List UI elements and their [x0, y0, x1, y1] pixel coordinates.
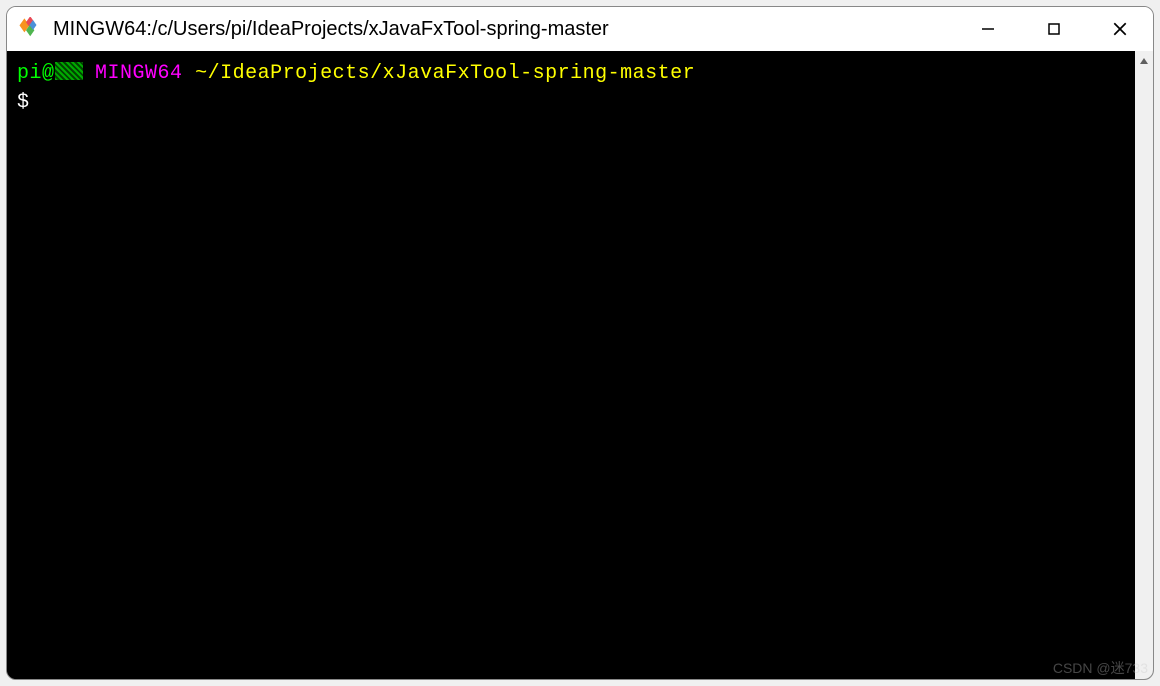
prompt-symbol: $ — [17, 91, 30, 114]
prompt-user: pi — [17, 62, 42, 85]
maximize-button[interactable] — [1021, 7, 1087, 51]
minimize-button[interactable] — [955, 7, 1021, 51]
prompt-env: MINGW64 — [83, 62, 196, 85]
window-controls — [955, 7, 1153, 51]
terminal-content[interactable]: pi@ MINGW64 ~/IdeaProjects/xJavaFxTool-s… — [7, 51, 1135, 679]
app-icon — [19, 17, 43, 41]
close-button[interactable] — [1087, 7, 1153, 51]
titlebar[interactable]: MINGW64:/c/Users/pi/IdeaProjects/xJavaFx… — [7, 7, 1153, 51]
prompt-at: @ — [42, 62, 55, 85]
prompt-host-obscured — [55, 62, 83, 80]
terminal-area: pi@ MINGW64 ~/IdeaProjects/xJavaFxTool-s… — [7, 51, 1153, 679]
terminal-window: MINGW64:/c/Users/pi/IdeaProjects/xJavaFx… — [6, 6, 1154, 680]
window-title: MINGW64:/c/Users/pi/IdeaProjects/xJavaFx… — [53, 18, 955, 41]
prompt-path: ~/IdeaProjects/xJavaFxTool-spring-master — [195, 62, 695, 85]
scroll-up-arrow-icon[interactable] — [1135, 53, 1153, 69]
scrollbar[interactable] — [1135, 51, 1153, 679]
